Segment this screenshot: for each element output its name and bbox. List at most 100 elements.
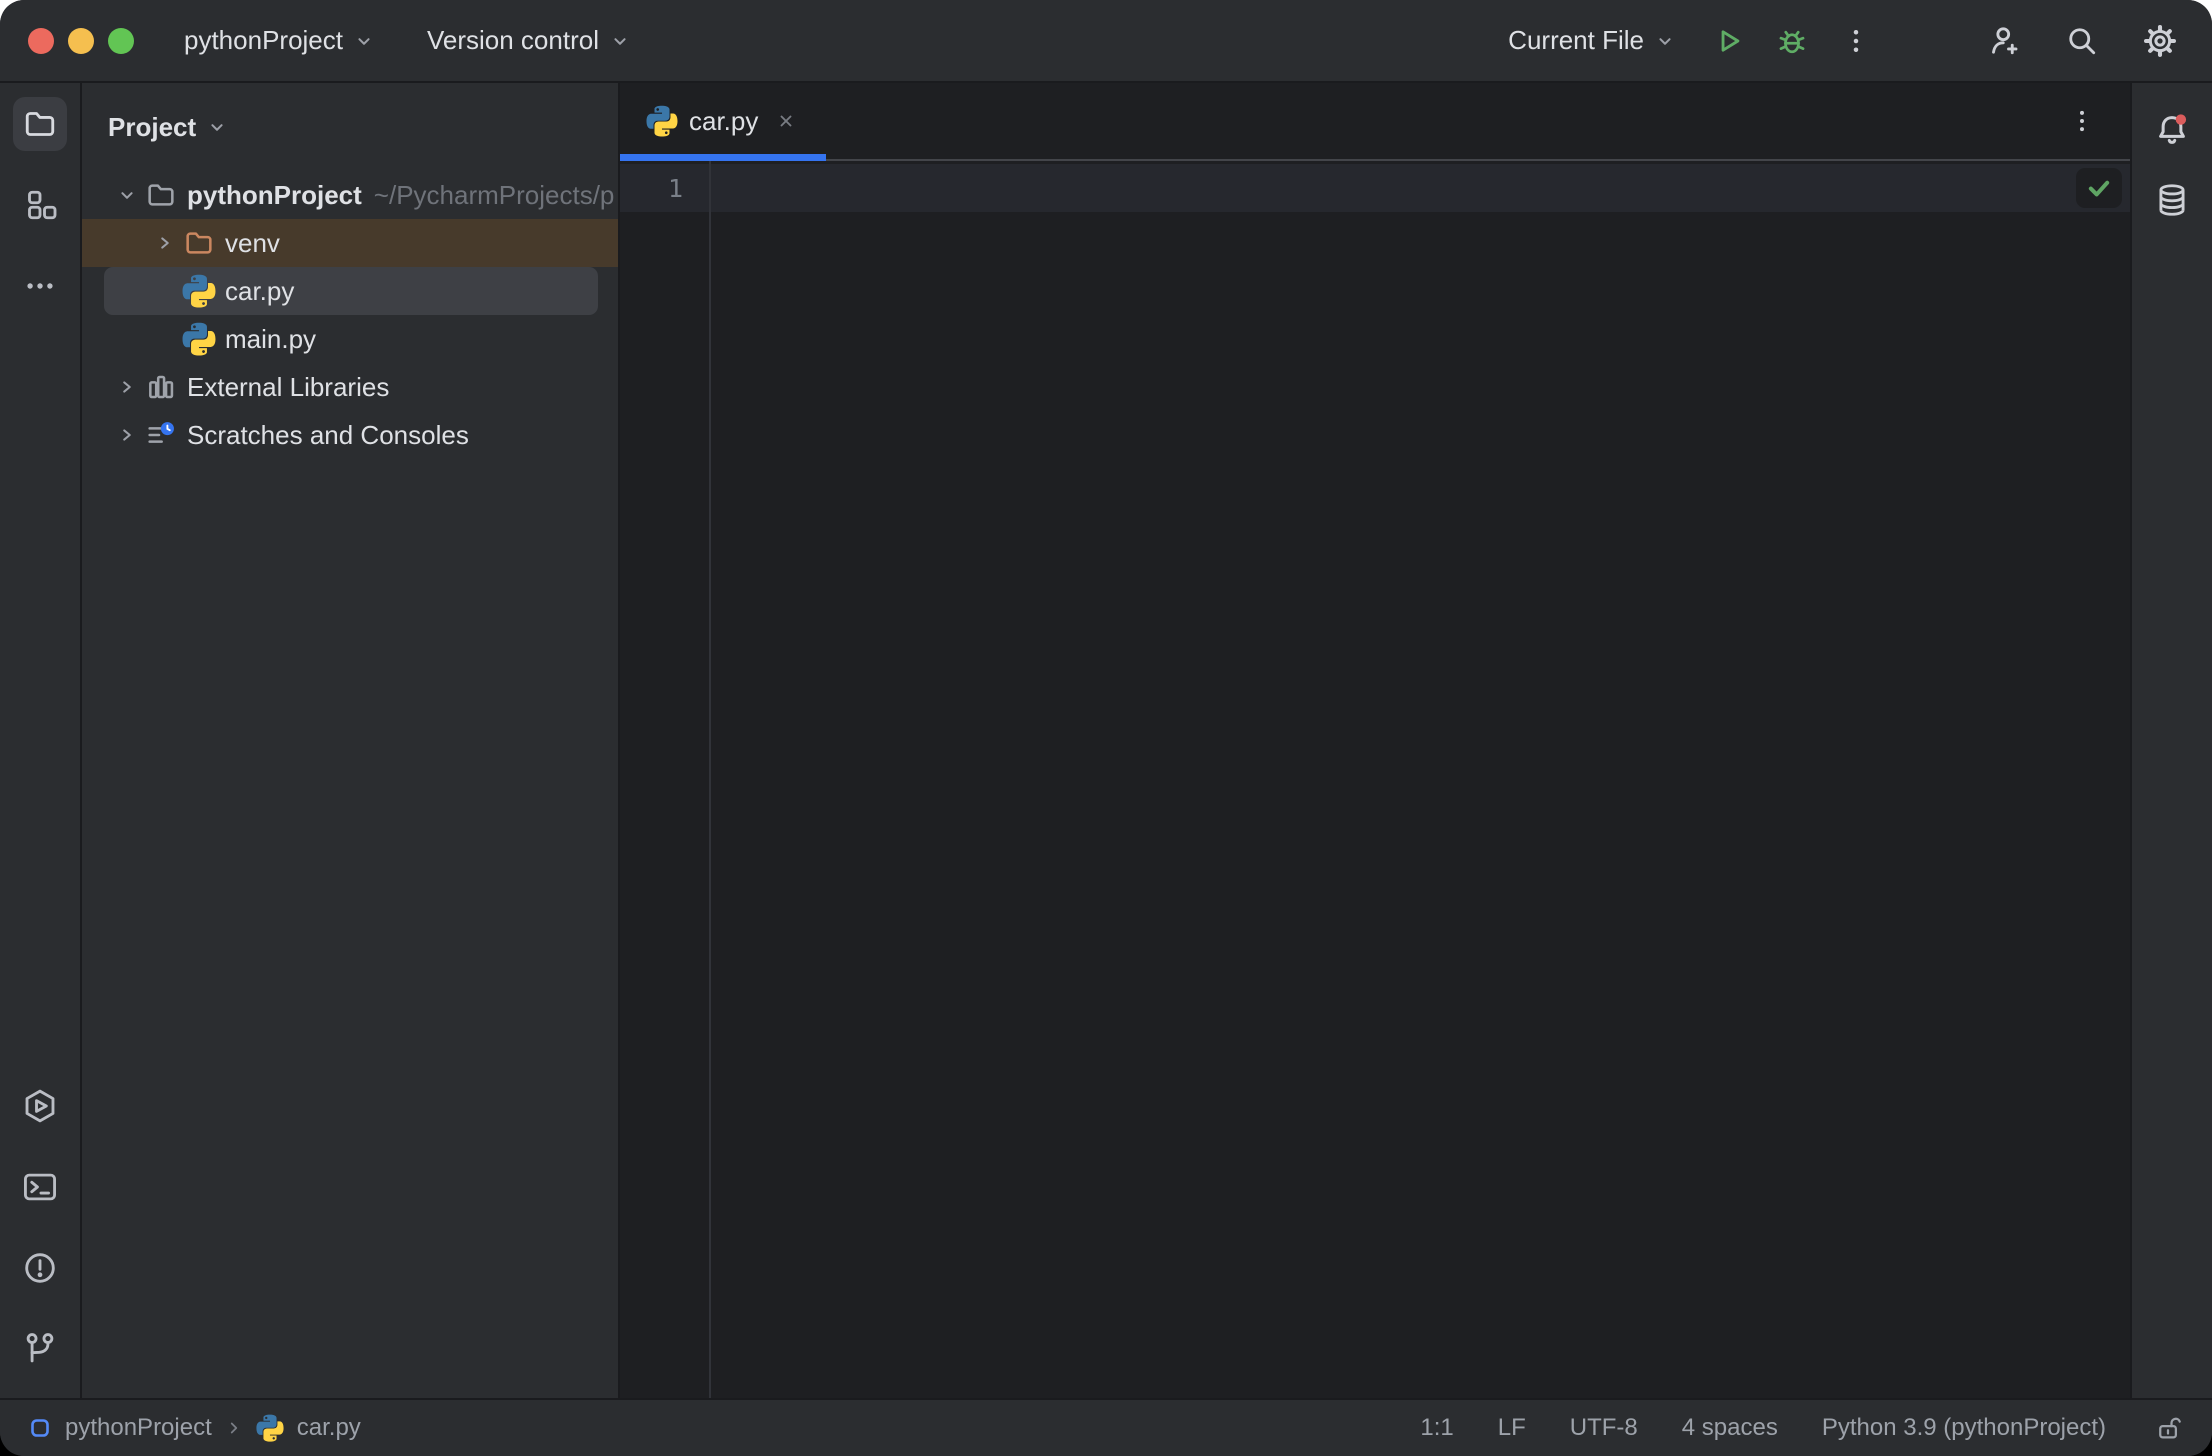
vcs-selector[interactable]: Version control [413, 15, 645, 66]
debug-bug-icon [1775, 24, 1809, 58]
chevron-down-icon [1654, 30, 1676, 52]
project-panel-title: Project [108, 112, 196, 143]
kebab-menu-icon [1841, 26, 1871, 56]
more-horizontal-icon [23, 269, 57, 303]
tree-row-scratches[interactable]: Scratches and Consoles [82, 411, 618, 459]
scratches-icon [144, 419, 178, 451]
no-problems-checkmark-icon [2085, 174, 2113, 202]
interpreter-widget[interactable]: Python 3.9 (pythonProject) [1822, 1414, 2106, 1442]
tab-options-button[interactable] [2060, 99, 2104, 143]
structure-icon [22, 187, 58, 223]
terminal-tool-window-button[interactable] [13, 1160, 67, 1214]
minimize-window-button[interactable] [68, 28, 94, 54]
project-panel-header[interactable]: Project [82, 83, 618, 171]
breadcrumb-project[interactable]: pythonProject [65, 1414, 212, 1442]
tree-item-label: Scratches and Consoles [187, 420, 469, 451]
indent-widget[interactable]: 4 spaces [1682, 1414, 1778, 1442]
more-actions-button[interactable] [1830, 15, 1882, 67]
project-selector[interactable]: pythonProject [170, 15, 389, 66]
titlebar-right-group: Current File [1494, 15, 2212, 67]
breadcrumb-file[interactable]: car.py [297, 1414, 361, 1442]
right-tool-stripe [2130, 83, 2212, 1398]
chevron-collapsed-icon[interactable] [148, 232, 182, 254]
project-tool-window-button[interactable] [13, 97, 67, 151]
tree-item-label: External Libraries [187, 372, 389, 403]
tree-row-car-py[interactable]: car.py [82, 267, 618, 315]
chevron-collapsed-icon[interactable] [110, 424, 144, 446]
unlocked-padlock-icon [2154, 1413, 2184, 1443]
services-tool-window-button[interactable] [13, 1079, 67, 1133]
folder-icon [22, 106, 58, 142]
close-window-button[interactable] [28, 28, 54, 54]
notification-badge [2176, 114, 2186, 124]
database-icon [2153, 181, 2191, 219]
tree-row-external-libraries[interactable]: External Libraries [82, 363, 618, 411]
caret-line-highlight: 1 [620, 164, 2130, 212]
kebab-menu-icon [2068, 107, 2096, 135]
problems-icon [21, 1249, 59, 1287]
tree-row-venv[interactable]: venv [82, 219, 618, 267]
gear-icon [2141, 22, 2179, 60]
python-file-icon [182, 274, 216, 308]
caret-position-widget[interactable]: 1:1 [1420, 1414, 1453, 1442]
tab-car-py[interactable]: car.py [620, 83, 826, 159]
run-button[interactable] [1702, 15, 1754, 67]
notifications-button[interactable] [2145, 103, 2199, 157]
settings-button[interactable] [2134, 15, 2186, 67]
git-branch-icon [21, 1330, 59, 1368]
breadcrumb-chevron-icon [225, 1419, 243, 1437]
active-tab-underline [620, 154, 826, 161]
left-tool-stripe [0, 83, 82, 1398]
left-stripe-bottom [13, 1079, 67, 1398]
debug-button[interactable] [1766, 15, 1818, 67]
project-tool-window: Project pythonProjec [82, 83, 620, 1398]
add-user-icon [1986, 23, 2022, 59]
statusbar: pythonProject car.py 1:1 LF UTF-8 4 spac… [0, 1398, 2212, 1456]
project-selector-label: pythonProject [184, 25, 343, 56]
python-file-icon [182, 322, 216, 356]
services-icon [21, 1087, 59, 1125]
database-tool-window-button[interactable] [2145, 173, 2199, 227]
close-tab-icon[interactable] [774, 109, 798, 133]
zoom-window-button[interactable] [108, 28, 134, 54]
main-area: Project pythonProjec [0, 83, 2212, 1398]
more-tool-windows-button[interactable] [13, 259, 67, 313]
readonly-toggle[interactable] [2154, 1413, 2184, 1443]
tree-item-label: pythonProject [187, 180, 362, 211]
titlebar: pythonProject Version control Current Fi… [0, 0, 2212, 83]
tree-item-path: ~/PycharmProjects/p [374, 180, 615, 211]
project-tree: pythonProject ~/PycharmProjects/p [82, 171, 618, 459]
code-with-me-button[interactable] [1978, 15, 2030, 67]
tree-row-python-project[interactable]: pythonProject ~/PycharmProjects/p [82, 171, 618, 219]
search-everywhere-button[interactable] [2056, 15, 2108, 67]
line-number: 1 [620, 174, 709, 203]
line-separator-widget[interactable]: LF [1498, 1414, 1526, 1442]
statusbar-widgets: 1:1 LF UTF-8 4 spaces Python 3.9 (python… [1420, 1413, 2184, 1443]
code-editor[interactable]: 1 [620, 161, 2130, 1398]
structure-tool-window-button[interactable] [13, 178, 67, 232]
libraries-icon [144, 371, 178, 403]
statusbar-breadcrumbs: pythonProject car.py [28, 1414, 361, 1442]
tree-item-label: car.py [225, 276, 294, 307]
folder-icon [144, 179, 178, 211]
pycharm-window: pythonProject Version control Current Fi… [0, 0, 2212, 1456]
search-icon [2064, 23, 2100, 59]
inspections-widget[interactable] [2076, 168, 2122, 208]
run-configuration-label: Current File [1508, 25, 1644, 56]
problems-tool-window-button[interactable] [13, 1241, 67, 1295]
chevron-collapsed-icon[interactable] [110, 376, 144, 398]
tab-label: car.py [689, 106, 758, 137]
python-file-icon [646, 105, 678, 137]
chevron-expanded-icon[interactable] [110, 184, 144, 206]
version-control-tool-window-button[interactable] [13, 1322, 67, 1376]
module-icon [28, 1416, 52, 1440]
vcs-selector-label: Version control [427, 25, 599, 56]
tree-item-label: venv [225, 228, 280, 259]
venv-folder-icon [182, 227, 216, 259]
tree-row-main-py[interactable]: main.py [82, 315, 618, 363]
run-configuration-selector[interactable]: Current File [1494, 15, 1690, 66]
editor-area: car.py 1 [620, 83, 2130, 1398]
traffic-lights [28, 28, 134, 54]
encoding-widget[interactable]: UTF-8 [1570, 1414, 1638, 1442]
editor-tabbar: car.py [620, 83, 2130, 161]
